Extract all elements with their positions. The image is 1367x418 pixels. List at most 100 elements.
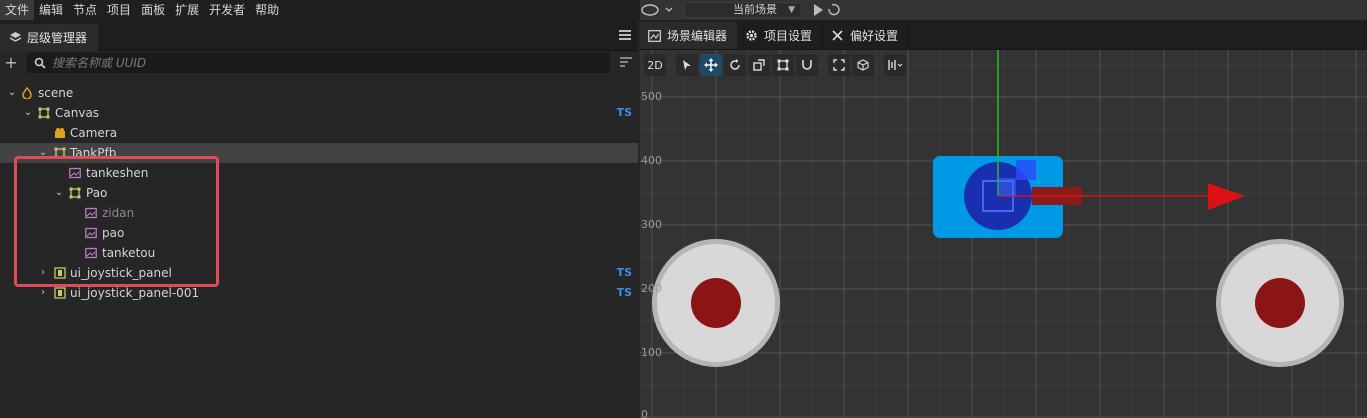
tree-row-canvas[interactable]: ⌄ Canvas TS: [0, 103, 638, 123]
menu-project[interactable]: 项目: [102, 0, 136, 20]
tab-project-settings[interactable]: 项目设置: [737, 22, 824, 49]
cube-icon: [857, 59, 869, 71]
panel-menu-icon[interactable]: [619, 30, 631, 40]
tree-label: tankeshen: [86, 166, 149, 180]
tab-preferences-label: 偏好设置: [850, 29, 899, 43]
tree-label: ui_joystick_panel-001: [70, 286, 200, 300]
platform-icon[interactable]: [640, 2, 674, 18]
pivot-button[interactable]: [828, 54, 850, 76]
2d-mode-button[interactable]: 2D: [644, 54, 666, 76]
sprite-icon: [85, 227, 97, 239]
scene-select[interactable]: 当前场景 ▼: [684, 2, 802, 18]
menu-edit[interactable]: 编辑: [34, 0, 68, 20]
chevron-right-icon[interactable]: ›: [38, 283, 48, 303]
snap-tool-button[interactable]: [796, 54, 818, 76]
move-icon: [704, 58, 718, 72]
tab-hierarchy[interactable]: 层级管理器: [0, 24, 98, 51]
scene-editor-panel: 场景编辑器 项目设置 偏好设置 500 400 300 200 100 0 2D: [640, 20, 1367, 418]
rotate-tool-button[interactable]: [724, 54, 746, 76]
scene-viewport[interactable]: 500 400 300 200 100 0 2D: [640, 50, 1367, 418]
gear-icon: [746, 30, 757, 41]
tree-label: pao: [102, 226, 125, 240]
sprite-icon: [85, 207, 97, 219]
tree-row-camera[interactable]: Camera: [0, 123, 638, 143]
chevron-down-icon[interactable]: ⌄: [54, 183, 64, 203]
ts-badge: TS: [616, 106, 632, 119]
chevron-down-icon[interactable]: ⌄: [38, 143, 48, 163]
y-axis-label: 100: [641, 346, 662, 359]
tree-label: Canvas: [55, 106, 100, 120]
pivot-icon: [833, 59, 845, 71]
tab-preferences[interactable]: 偏好设置: [823, 22, 910, 49]
hierarchy-panel: 层级管理器 + ⌄ scene ⌄: [0, 20, 638, 418]
rect-transform-icon: [777, 59, 789, 71]
tree-label: TankPfb: [70, 146, 117, 160]
select-tool-button[interactable]: [676, 54, 698, 76]
tree-label: scene: [38, 86, 74, 100]
menu-developer[interactable]: 开发者: [204, 0, 250, 20]
tree-row-pao[interactable]: pao: [0, 223, 638, 243]
menu-node[interactable]: 节点: [68, 0, 102, 20]
joystick-right[interactable]: [1216, 239, 1344, 367]
tree-row-scene[interactable]: ⌄ scene: [0, 83, 638, 103]
menu-file[interactable]: 文件: [0, 0, 35, 20]
tools-icon: [832, 30, 843, 41]
y-axis-label: 0: [641, 408, 648, 418]
scene-icon: [22, 87, 32, 99]
sort-icon[interactable]: [620, 57, 632, 67]
rect-tool-button[interactable]: [772, 54, 794, 76]
align-button[interactable]: [884, 54, 906, 76]
ts-badge: TS: [616, 286, 632, 299]
move-tool-button[interactable]: [700, 54, 722, 76]
add-node-icon[interactable]: +: [0, 53, 22, 73]
chevron-down-icon[interactable]: ⌄: [23, 103, 33, 123]
editor-tabbar: 场景编辑器 项目设置 偏好设置: [640, 20, 1367, 50]
y-axis-label: 500: [641, 90, 662, 103]
menu-panel[interactable]: 面板: [136, 0, 170, 20]
tree-row-tankpfb[interactable]: ⌄ TankPfb: [0, 143, 638, 163]
tree-row-zidan[interactable]: zidan: [0, 203, 638, 223]
menu-help[interactable]: 帮助: [250, 0, 284, 20]
cursor-icon: [683, 60, 691, 70]
tree-row-tanketou[interactable]: tanketou: [0, 243, 638, 263]
tree-label: Pao: [86, 186, 108, 200]
joystick-left[interactable]: [652, 239, 780, 367]
layers-icon: [9, 32, 22, 42]
y-axis-label: 300: [641, 218, 662, 231]
tank-sprite[interactable]: [933, 156, 1082, 238]
tab-project-settings-label: 项目设置: [764, 29, 813, 43]
search-box[interactable]: [27, 53, 610, 73]
menu-bar: 文件 编辑 节点 项目 面板 扩展 开发者 帮助 当前场景 ▼: [0, 0, 1367, 20]
align-icon: [888, 60, 903, 70]
chevron-down-icon: ▼: [788, 5, 795, 15]
play-icon[interactable]: [810, 2, 826, 18]
scale-tool-button[interactable]: [748, 54, 770, 76]
scene-select-value: 当前场景: [733, 3, 777, 16]
ts-badge: TS: [616, 266, 632, 279]
sprite-icon: [69, 167, 81, 179]
chevron-down-icon[interactable]: ⌄: [7, 83, 17, 103]
toolbar-separator: [820, 54, 826, 76]
tree-row-tankeshen[interactable]: tankeshen: [0, 163, 638, 183]
tab-scene-editor-label: 场景编辑器: [667, 29, 728, 43]
tree-row-pao-group[interactable]: ⌄ Pao: [0, 183, 638, 203]
refresh-icon[interactable]: [826, 2, 840, 18]
y-axis-label: 200: [641, 282, 662, 295]
camera-icon: [55, 128, 65, 138]
y-axis-label: 400: [641, 154, 662, 167]
menu-extension[interactable]: 扩展: [170, 0, 204, 20]
chevron-right-icon[interactable]: ›: [38, 263, 48, 283]
node-icon: [54, 147, 66, 159]
scene-canvas[interactable]: [640, 50, 1367, 418]
search-input[interactable]: [52, 56, 552, 70]
tree-row-joystick-panel[interactable]: › ui_joystick_panel TS: [0, 263, 638, 283]
tree-label: tanketou: [102, 246, 156, 260]
sprite-icon: [85, 247, 97, 259]
tab-scene-editor[interactable]: 场景编辑器: [640, 22, 738, 49]
search-icon: [34, 57, 46, 69]
tree-row-joystick-panel-001[interactable]: › ui_joystick_panel-001 TS: [0, 283, 638, 303]
node-icon: [38, 107, 50, 119]
toolbar-separator: [668, 54, 674, 76]
scale-icon: [753, 59, 765, 71]
space-button[interactable]: [852, 54, 874, 76]
